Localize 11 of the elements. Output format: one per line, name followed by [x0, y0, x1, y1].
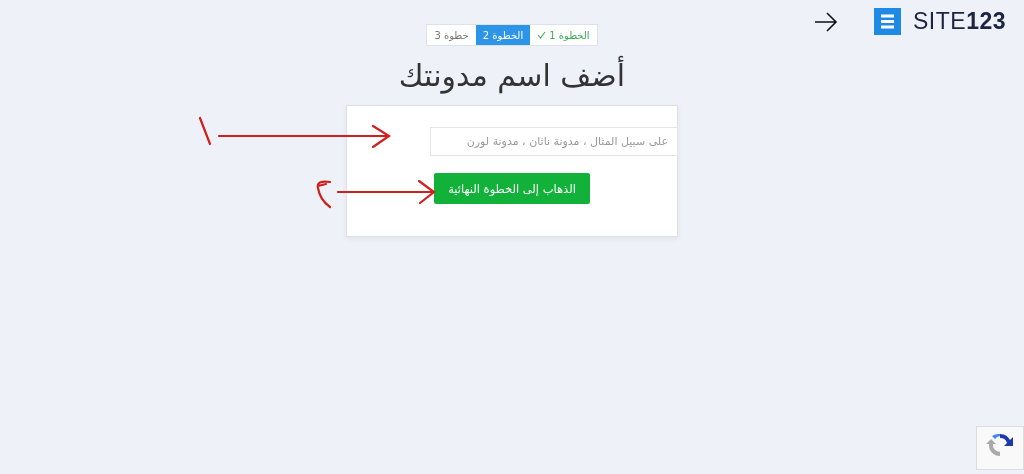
check-icon [537, 31, 547, 39]
step-label: الخطوة 2 [482, 29, 524, 41]
blog-name-field[interactable]: على سبيل المثال ، مدونة ناثان ، مدونة لورن [430, 127, 678, 156]
step-label: الخطوة 1 [549, 29, 590, 41]
arrow-right-icon[interactable] [814, 11, 838, 32]
logo-icon [872, 6, 903, 37]
step-label: خطوة 3 [434, 29, 469, 41]
next-step-button[interactable]: الذهاب إلى الخطوة النهائية [434, 173, 590, 204]
logo-text: SITE123 [913, 8, 1006, 35]
recaptcha-badge[interactable] [976, 426, 1024, 470]
step-tab[interactable]: الخطوة 2 [475, 25, 531, 45]
